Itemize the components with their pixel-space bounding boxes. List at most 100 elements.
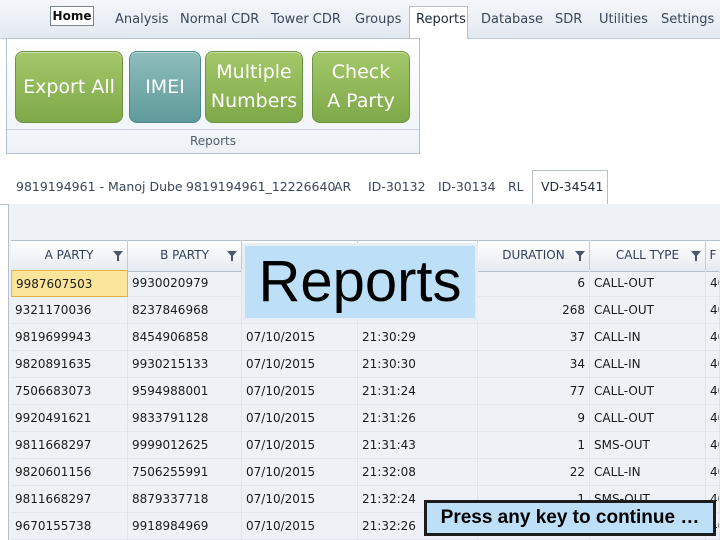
duration-cell[interactable]: 37 [478, 324, 590, 351]
date-cell[interactable]: 07/10/2015 [242, 513, 358, 540]
date-cell[interactable]: 07/10/2015 [242, 351, 358, 378]
call-type-cell[interactable]: SMS-OUT [590, 432, 706, 459]
tab-9819194961-12226640[interactable]: 9819194961_12226640 [186, 179, 335, 194]
f-cell[interactable]: 40 [706, 324, 720, 351]
a-party-cell[interactable]: 9321170036 [11, 297, 128, 324]
table-row[interactable]: 9820601156 7506255991 07/10/2015 21:32:08 22… [11, 459, 720, 486]
time-cell[interactable]: 21:30:30 [358, 351, 478, 378]
date-cell[interactable]: 07/10/2015 [242, 432, 358, 459]
menu-groups[interactable]: Groups [355, 10, 401, 30]
menu-database[interactable]: Database [481, 10, 543, 30]
time-cell[interactable]: 21:30:29 [358, 324, 478, 351]
column-header-b-party[interactable]: B PARTY [128, 240, 242, 270]
a-party-cell[interactable]: 9987607503 [11, 270, 128, 297]
time-cell[interactable]: 21:32:08 [358, 459, 478, 486]
table-row[interactable]: 9819699943 8454906858 07/10/2015 21:30:29 37… [11, 324, 720, 351]
call-type-cell[interactable]: CALL-IN [590, 324, 706, 351]
duration-cell[interactable]: 268 [478, 297, 590, 324]
f-cell[interactable]: 40 [706, 432, 720, 459]
tab-manoj-dube[interactable]: 9819194961 - Manoj Dube [16, 179, 183, 194]
tab-id-30132[interactable]: ID-30132 [368, 179, 426, 194]
b-party-cell[interactable]: 9918984969 [128, 513, 242, 540]
f-cell[interactable]: 40 [706, 270, 720, 297]
menu-tower-cdr[interactable]: Tower CDR [271, 10, 341, 30]
call-type-cell[interactable]: CALL-OUT [590, 378, 706, 405]
a-party-cell[interactable]: 9811668297 [11, 486, 128, 513]
multiple-numbers-button[interactable]: Multiple Numbers [205, 51, 303, 123]
call-type-cell[interactable]: CALL-OUT [590, 405, 706, 432]
column-header-label: CALL TYPE [615, 248, 680, 262]
duration-cell[interactable]: 34 [478, 351, 590, 378]
b-party-cell[interactable]: 9930020979 [128, 270, 242, 297]
column-header-duration[interactable]: DURATION [478, 240, 590, 270]
a-party-cell[interactable]: 9920491621 [11, 405, 128, 432]
table-row[interactable]: 7506683073 9594988001 07/10/2015 21:31:24 77… [11, 378, 720, 405]
b-party-cell[interactable]: 8879337718 [128, 486, 242, 513]
a-party-cell[interactable]: 9820891635 [11, 351, 128, 378]
tab-vd-34541[interactable]: VD-34541 [541, 179, 603, 194]
menu-sdr[interactable]: SDR [555, 10, 582, 30]
f-cell[interactable]: 40 [706, 405, 720, 432]
menu-home[interactable]: Home [50, 6, 94, 26]
ribbon-group-label: Reports [7, 129, 419, 154]
filter-icon[interactable] [113, 251, 123, 261]
date-cell[interactable]: 07/10/2015 [242, 459, 358, 486]
table-row[interactable]: 9920491621 9833791128 07/10/2015 21:31:26 9 C… [11, 405, 720, 432]
document-tab-strip: 9819194961 - Manoj Dube 9819194961_12226… [0, 170, 720, 205]
tab-id-30134[interactable]: ID-30134 [438, 179, 496, 194]
call-type-cell[interactable]: CALL-IN [590, 351, 706, 378]
column-header-f[interactable]: F [706, 240, 720, 270]
duration-cell[interactable]: 77 [478, 378, 590, 405]
column-header-label: F [709, 248, 717, 262]
tab-rl[interactable]: RL [508, 179, 524, 194]
check-a-party-button[interactable]: Check A Party [312, 51, 410, 123]
a-party-cell[interactable]: 7506683073 [11, 378, 128, 405]
time-cell[interactable]: 21:31:26 [358, 405, 478, 432]
call-type-cell[interactable]: CALL-IN [590, 459, 706, 486]
f-cell[interactable]: 40 [706, 351, 720, 378]
table-row[interactable]: 9811668297 9999012625 07/10/2015 21:31:43 1 S… [11, 432, 720, 459]
menu-settings[interactable]: Settings [661, 10, 714, 30]
date-cell[interactable]: 07/10/2015 [242, 378, 358, 405]
b-party-cell[interactable]: 8237846968 [128, 297, 242, 324]
press-any-key-prompt: Press any key to continue … [424, 500, 716, 536]
date-cell[interactable]: 07/10/2015 [242, 324, 358, 351]
time-cell[interactable]: 21:31:43 [358, 432, 478, 459]
menu-normal-cdr[interactable]: Normal CDR [180, 10, 259, 30]
menu-reports[interactable]: Reports [416, 10, 466, 30]
b-party-cell[interactable]: 9594988001 [128, 378, 242, 405]
column-header-label: A PARTY [44, 248, 94, 262]
date-cell[interactable]: 07/10/2015 [242, 405, 358, 432]
b-party-cell[interactable]: 9833791128 [128, 405, 242, 432]
duration-cell[interactable]: 9 [478, 405, 590, 432]
a-party-cell[interactable]: 9811668297 [11, 432, 128, 459]
f-cell[interactable]: 40 [706, 297, 720, 324]
menu-analysis[interactable]: Analysis [115, 10, 169, 30]
menu-utilities[interactable]: Utilities [599, 10, 648, 30]
time-cell[interactable]: 21:31:24 [358, 378, 478, 405]
b-party-cell[interactable]: 9930215133 [128, 351, 242, 378]
duration-cell[interactable]: 1 [478, 432, 590, 459]
duration-cell[interactable]: 22 [478, 459, 590, 486]
duration-cell[interactable]: 6 [478, 270, 590, 297]
column-header-call-type[interactable]: CALL TYPE [590, 240, 706, 270]
a-party-cell[interactable]: 9670155738 [11, 513, 128, 540]
column-header-a-party[interactable]: A PARTY [11, 240, 128, 270]
call-type-cell[interactable]: CALL-OUT [590, 297, 706, 324]
filter-icon[interactable] [691, 251, 701, 261]
f-cell[interactable]: 40 [706, 378, 720, 405]
table-row[interactable]: 9820891635 9930215133 07/10/2015 21:30:30 34… [11, 351, 720, 378]
f-cell[interactable]: 40 [706, 459, 720, 486]
filter-icon[interactable] [227, 251, 237, 261]
imei-button[interactable]: IMEI [129, 51, 201, 123]
a-party-cell[interactable]: 9820601156 [11, 459, 128, 486]
a-party-cell[interactable]: 9819699943 [11, 324, 128, 351]
date-cell[interactable]: 07/10/2015 [242, 486, 358, 513]
b-party-cell[interactable]: 7506255991 [128, 459, 242, 486]
tab-ar[interactable]: AR [334, 179, 351, 194]
export-all-button[interactable]: Export All [15, 51, 123, 123]
call-type-cell[interactable]: CALL-OUT [590, 270, 706, 297]
b-party-cell[interactable]: 9999012625 [128, 432, 242, 459]
b-party-cell[interactable]: 8454906858 [128, 324, 242, 351]
filter-icon[interactable] [575, 251, 585, 261]
